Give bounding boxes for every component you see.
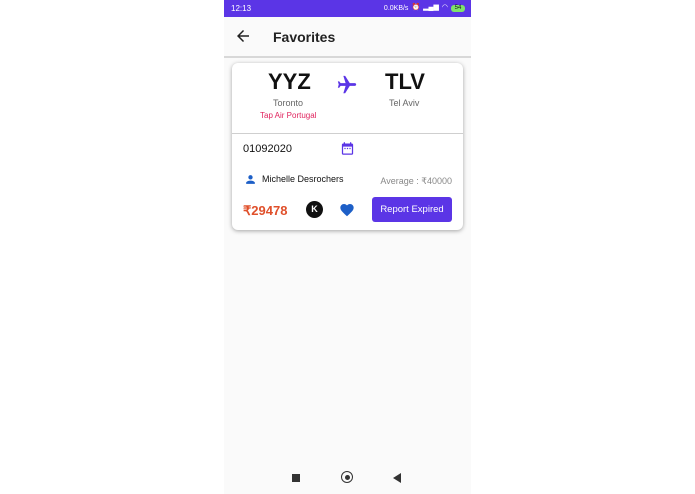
destination-code: TLV [385, 69, 425, 94]
network-speed: 0.0KB/s [383, 4, 409, 12]
wifi-icon: ◠ [441, 4, 448, 11]
heart-icon[interactable] [339, 202, 355, 218]
report-expired-button[interactable]: Report Expired [372, 197, 452, 222]
average-price: Average : ₹40000 [380, 176, 452, 186]
calendar-icon[interactable] [340, 141, 355, 156]
battery-icon: 54 [451, 4, 465, 12]
travel-date: 01092020 [243, 143, 292, 155]
home-icon[interactable] [341, 471, 353, 483]
home-icon-dot [344, 474, 350, 480]
card-divider [232, 133, 463, 134]
alarm-icon: ⏰ [411, 4, 421, 11]
flight-price: ₹29478 [243, 203, 288, 218]
status-icons: 0.0KB/s ⏰ ▂▄▆ ◠ 54 [384, 4, 465, 12]
airplane-icon [337, 75, 357, 94]
page-title: Favorites [273, 29, 336, 45]
traveler-name: Michelle Desrochers [262, 174, 344, 184]
destination-city: Tel Aviv [389, 98, 420, 108]
back-icon[interactable] [393, 473, 401, 483]
system-nav-bar [224, 461, 471, 494]
kayak-icon[interactable]: K [306, 201, 323, 218]
arrow-left-icon[interactable] [234, 27, 252, 45]
favorite-flight-card[interactable]: YYZ Toronto Tap Air Portugal TLV Tel Avi… [232, 63, 463, 230]
airline-name: Tap Air Portugal [260, 111, 317, 120]
person-icon [246, 175, 255, 184]
signal-icon: ▂▄▆ [423, 4, 439, 11]
origin-code: YYZ [268, 69, 311, 94]
origin-city: Toronto [273, 98, 304, 108]
status-time: 12:13 [231, 4, 252, 13]
recents-icon[interactable] [292, 474, 300, 482]
status-bar: 12:13 0.0KB/s ⏰ ▂▄▆ ◠ 54 [224, 0, 471, 17]
phone-screen: 12:13 0.0KB/s ⏰ ▂▄▆ ◠ 54 Favorites YYZ T… [224, 0, 471, 494]
app-bar: Favorites [224, 17, 471, 58]
